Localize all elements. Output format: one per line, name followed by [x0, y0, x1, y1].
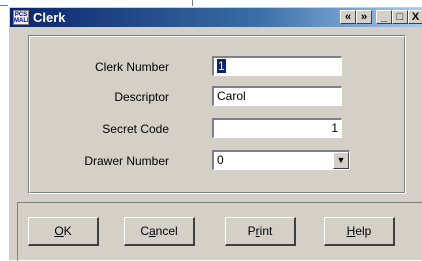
print-label-start: P [247, 224, 256, 238]
help-button[interactable]: Help [324, 217, 395, 246]
secret-code-field[interactable]: 1 [212, 118, 342, 138]
clerk-number-field[interactable]: 1 [212, 56, 342, 76]
app-icon: PCS MALL [13, 10, 29, 25]
clerk-number-value: 1 [217, 59, 226, 73]
secret-code-value: 1 [331, 121, 338, 135]
descriptor-field[interactable]: Carol [212, 86, 342, 106]
minimize-button[interactable]: _ [376, 10, 392, 24]
help-label: elp [355, 224, 372, 238]
next-record-button[interactable]: » [356, 10, 372, 24]
cancel-mnemonic: a [148, 224, 156, 238]
close-button[interactable]: X [408, 10, 422, 24]
previous-record-button[interactable]: « [340, 10, 356, 24]
clerk-number-label: Clerk Number [94, 60, 169, 74]
drawer-number-select[interactable]: 0 ▼ [212, 150, 350, 170]
print-button[interactable]: Print [225, 217, 296, 246]
title-bar[interactable]: PCS MALL Clerk « » _ □ X [10, 8, 422, 27]
chevron-down-icon[interactable]: ▼ [333, 152, 349, 169]
ok-mnemonic: O [54, 224, 64, 238]
secret-code-label: Secret Code [102, 122, 169, 136]
clerk-window: PCS MALL Clerk « » _ □ X Clerk Number 1 … [8, 6, 422, 261]
cancel-button[interactable]: Cancel [124, 217, 195, 246]
window-title: Clerk [33, 10, 66, 25]
ok-button[interactable]: OK [28, 217, 99, 246]
descriptor-label: Descriptor [114, 90, 169, 104]
descriptor-value: Carol [217, 89, 246, 103]
drawer-number-label: Drawer Number [84, 154, 169, 168]
maximize-button[interactable]: □ [392, 10, 408, 24]
ok-label: K [63, 224, 72, 238]
drawer-number-value: 0 [217, 153, 224, 167]
print-label-end: int [259, 224, 273, 238]
cancel-label-start: C [140, 224, 149, 238]
background-line [0, 5, 8, 6]
form-panel: Clerk Number 1 Descriptor Carol Secret C… [28, 35, 406, 194]
cancel-label-end: ncel [155, 224, 178, 238]
